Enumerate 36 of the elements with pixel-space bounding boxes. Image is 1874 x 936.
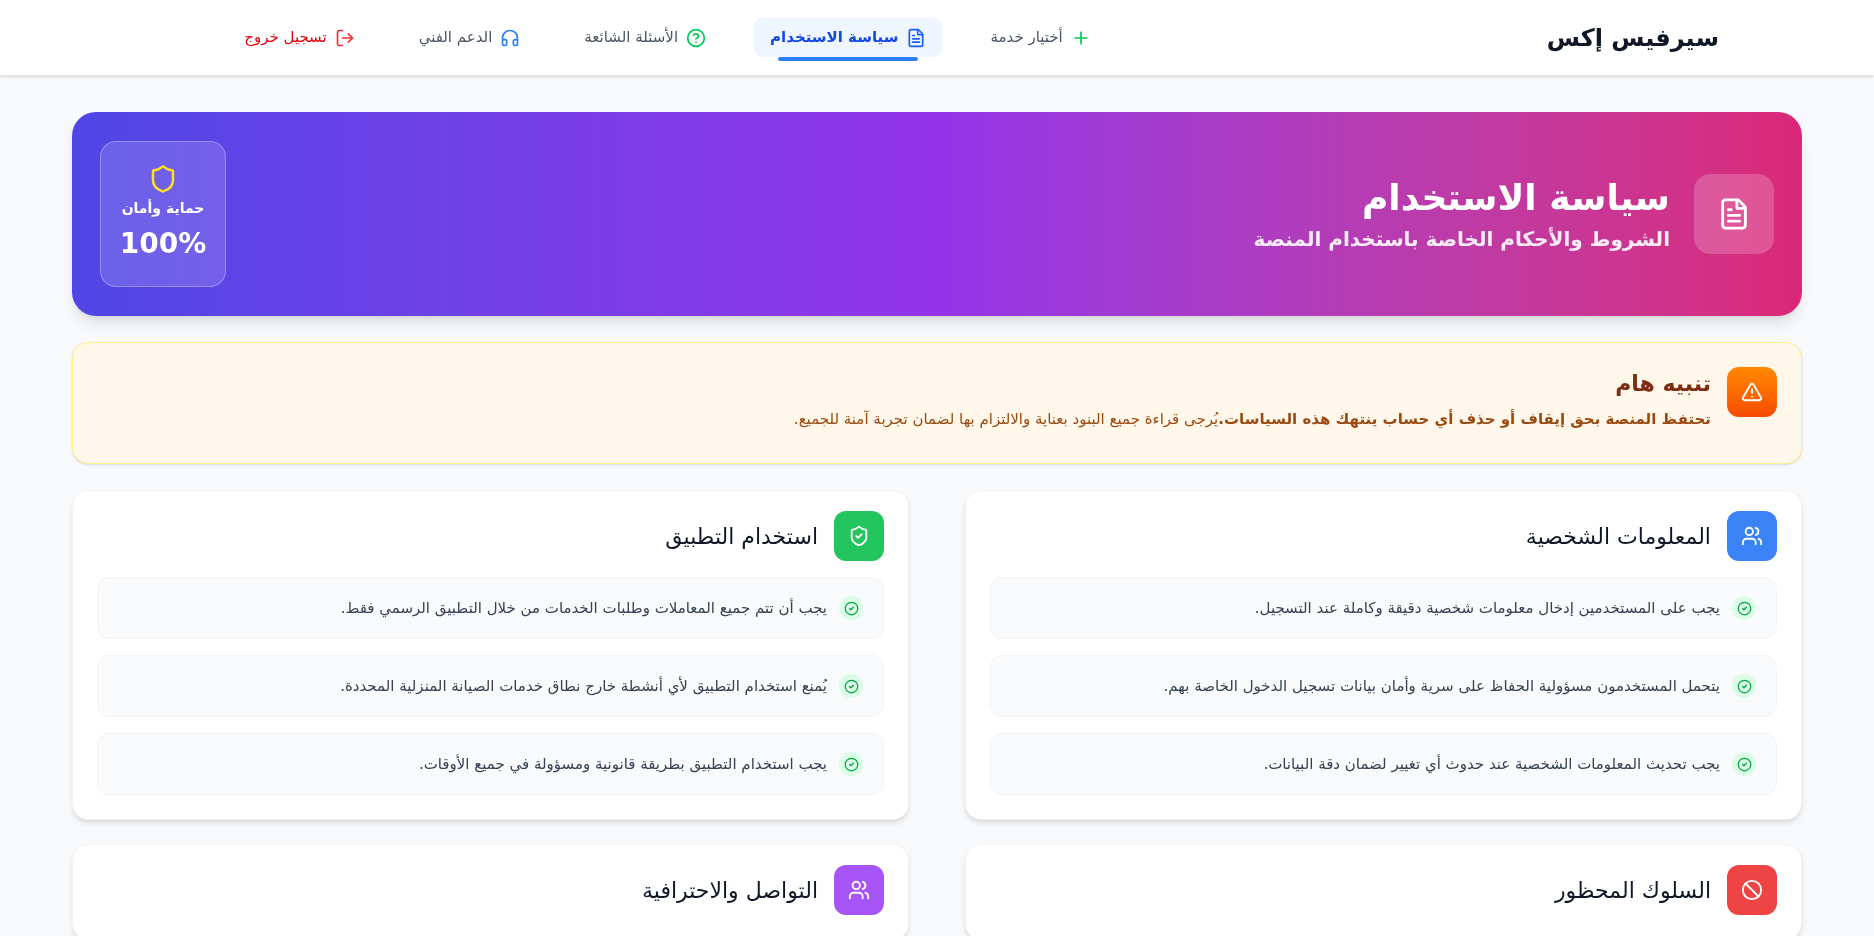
policy-text: يجب أن تتم جميع المعاملات وطلبات الخدمات من خلال التطبيق الرسمي فقط. [340, 597, 827, 620]
page-subtitle: الشروط والأحكام الخاصة باستخدام المنصة [1253, 225, 1670, 253]
shield-icon [848, 525, 870, 547]
section-title: المعلومات الشخصية [1525, 522, 1711, 551]
nav-tab[interactable]: الأسئلة الشائعة [568, 18, 723, 57]
section-title: التواصل والاحترافية [642, 876, 818, 905]
document-icon [906, 27, 927, 48]
check-icon [839, 752, 863, 776]
security-label: حماية وأمان [121, 198, 205, 219]
users-icon [848, 879, 870, 901]
logout-icon [334, 27, 355, 48]
help-icon [686, 27, 707, 48]
nav-tab[interactable]: أختيار خدمة [974, 18, 1107, 57]
check-icon [1732, 674, 1756, 698]
page-title: سياسة الاستخدام [1360, 175, 1670, 220]
policy-text: يجب على المستخدمين إدخال معلومات شخصية دقيقة وكاملة عند التسجيل. [1254, 597, 1720, 619]
alert-title: تنبيه هام [1614, 370, 1711, 398]
section-title: السلوك المحظور [1555, 876, 1711, 905]
nav-tab[interactable]: الدعم الفني [402, 18, 537, 57]
headphones-icon [500, 27, 521, 48]
policy-text: يتحمل المستخدمون مسؤولية الحفاظ على سرية وأمان بيانات تسجيل الدخول الخاصة بهم. [1163, 675, 1720, 697]
check-icon [839, 674, 863, 698]
alert-text: تحتفظ المنصة بحق إيقاف أو حذف أي حساب ينتهك هذه السياسات.يُرجى قراءة جميع البنود بعناية والالتزام بها لضمان تجربة آمنة للجميع. [793, 408, 1711, 431]
nav-tab[interactable]: تسجيل خروج [228, 18, 371, 57]
policy-text: يُمنع استخدام التطبيق لأي أنشطة خارج نطاق خدمات الصيانة المنزلية المحددة. [340, 675, 827, 698]
check-icon [839, 596, 863, 620]
section-title: استخدام التطبيق [665, 522, 818, 551]
check-icon [1732, 596, 1756, 620]
check-icon [1732, 752, 1756, 776]
warning-icon [1741, 381, 1763, 403]
brand-title: سيرفيس إكس [1546, 22, 1719, 54]
policy-text: يجب استخدام التطبيق بطريقة قانونية ومسؤولة في جميع الأوقات. [418, 753, 827, 776]
policy-text: يجب تحديث المعلومات الشخصية عند حدوث أي تغيير لضمان دقة البيانات. [1263, 753, 1720, 776]
security-value: 100% [119, 225, 207, 262]
users-icon [1741, 525, 1763, 547]
ban-icon [1741, 879, 1763, 901]
